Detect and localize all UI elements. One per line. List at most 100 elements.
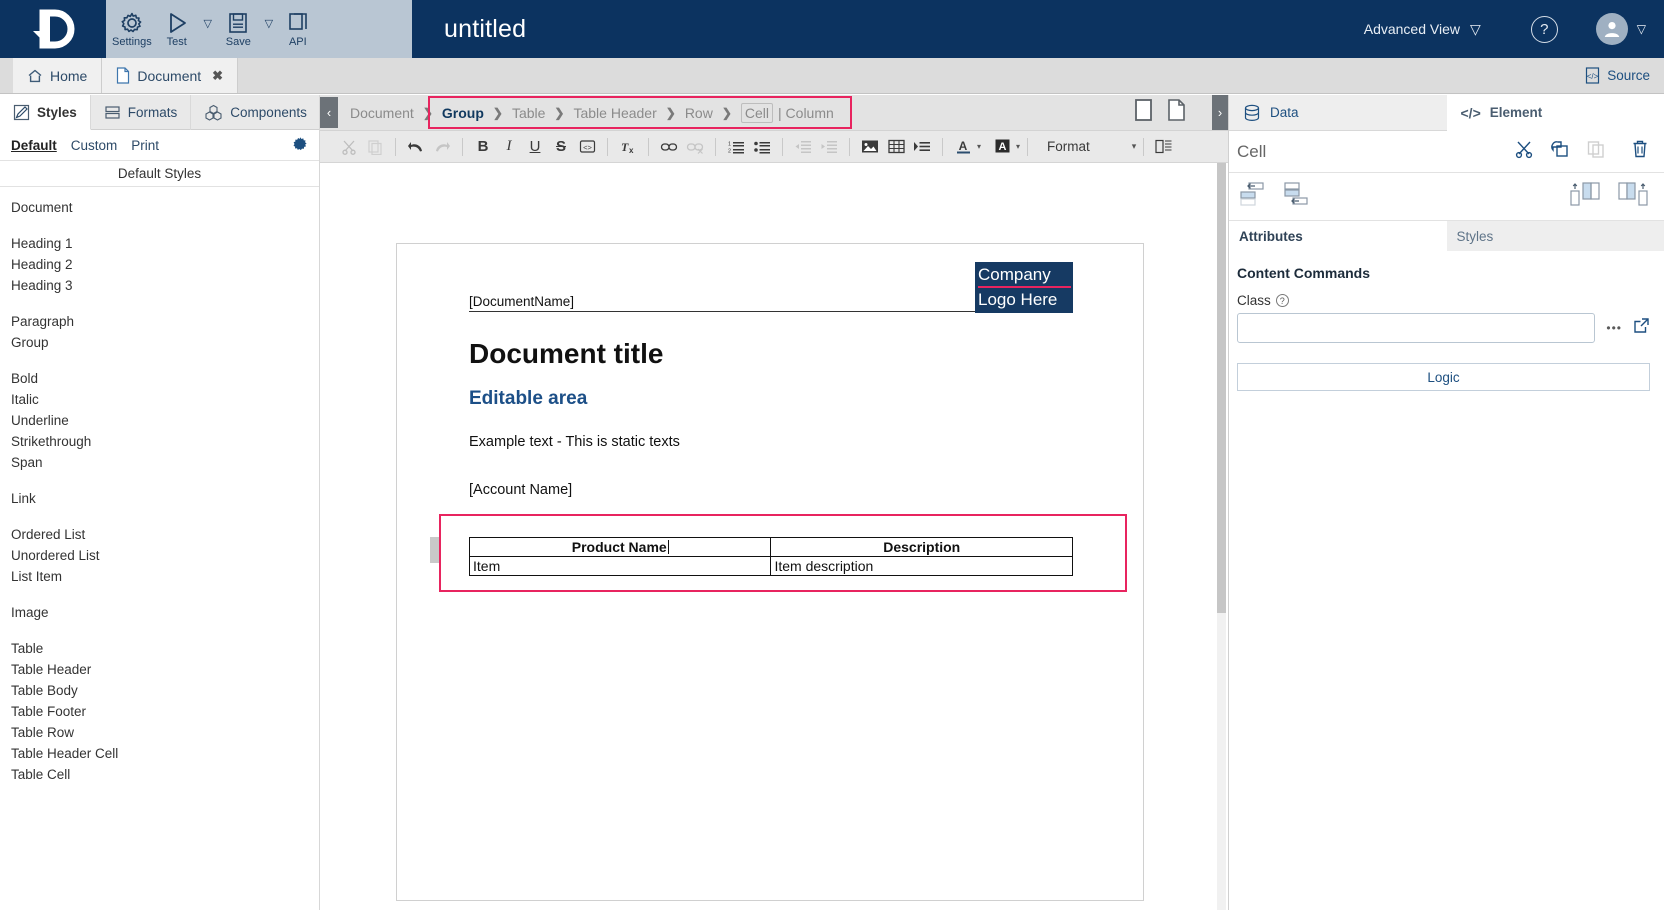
breadcrumb-item-group[interactable]: Group: [442, 105, 484, 121]
unordered-list-icon[interactable]: [749, 134, 775, 160]
collapse-left-panel-button[interactable]: ‹: [320, 97, 338, 128]
style-item-bold[interactable]: Bold: [11, 368, 319, 389]
code-block-icon[interactable]: <>: [574, 134, 600, 160]
table-row[interactable]: Item Item description: [470, 557, 1073, 576]
paste-icon[interactable]: [1586, 139, 1606, 164]
api-button[interactable]: API: [281, 0, 315, 58]
canvas-scrollbar[interactable]: [1217, 163, 1226, 910]
style-item-italic[interactable]: Italic: [11, 389, 319, 410]
style-item-strikethrough[interactable]: Strikethrough: [11, 431, 319, 452]
logic-button[interactable]: Logic: [1237, 363, 1650, 391]
style-item-list-item[interactable]: List Item: [11, 566, 319, 587]
style-item-table-body[interactable]: Table Body: [11, 680, 319, 701]
delete-icon[interactable]: [1630, 139, 1650, 164]
breadcrumb-trailing-column[interactable]: | Column: [773, 105, 834, 121]
sidebar-tab-components[interactable]: Components: [191, 95, 321, 130]
table-header-cell-description[interactable]: Description: [771, 538, 1073, 557]
format-chevron-down-icon[interactable]: ▾: [1132, 141, 1137, 152]
ordered-list-icon[interactable]: 1 2: [723, 134, 749, 160]
merge-cell-right-icon[interactable]: [1281, 180, 1311, 213]
expand-right-panel-button[interactable]: ›: [1212, 95, 1228, 130]
background-color-chevron-down-icon[interactable]: ▾: [1016, 142, 1020, 151]
insert-column-left-icon[interactable]: [1568, 180, 1602, 213]
table-cell-item-description[interactable]: Item description: [771, 557, 1073, 576]
insert-column-right-icon[interactable]: [1616, 180, 1650, 213]
advanced-view-selector[interactable]: Advanced View ▽: [1364, 21, 1481, 38]
background-color-icon[interactable]: A: [989, 134, 1015, 160]
insert-table-icon[interactable]: [883, 134, 909, 160]
canvas-scrollbar-thumb[interactable]: [1217, 163, 1226, 613]
redo-icon[interactable]: [429, 134, 455, 160]
external-link-icon[interactable]: [1633, 317, 1650, 339]
insert-image-icon[interactable]: [857, 134, 883, 160]
app-logo[interactable]: [0, 0, 106, 58]
style-item-table[interactable]: Table: [11, 638, 319, 659]
style-item-underline[interactable]: Underline: [11, 410, 319, 431]
style-item-table-header[interactable]: Table Header: [11, 659, 319, 680]
style-item-ordered-list[interactable]: Ordered List: [11, 524, 319, 545]
strikethrough-icon[interactable]: S: [548, 134, 574, 160]
class-input[interactable]: [1237, 313, 1595, 343]
avatar[interactable]: [1596, 13, 1628, 45]
underline-icon[interactable]: U: [522, 134, 548, 160]
page-break-icon[interactable]: [1151, 134, 1177, 160]
style-item-table-row[interactable]: Table Row: [11, 722, 319, 743]
style-item-heading-2[interactable]: Heading 2: [11, 254, 319, 275]
document-paragraph[interactable]: Example text - This is static texts: [469, 434, 680, 450]
save-button[interactable]: Save: [220, 0, 257, 58]
copy-icon[interactable]: [1550, 139, 1570, 164]
style-item-table-footer[interactable]: Table Footer: [11, 701, 319, 722]
table-cell-item[interactable]: Item: [470, 557, 771, 576]
class-more-options-icon[interactable]: •••: [1606, 321, 1622, 335]
style-item-document[interactable]: Document: [11, 197, 319, 218]
breadcrumb-item-document[interactable]: Document: [350, 105, 414, 121]
style-item-span[interactable]: Span: [11, 452, 319, 473]
breadcrumb-item-cell[interactable]: Cell: [741, 103, 773, 123]
undo-icon[interactable]: [403, 134, 429, 160]
insert-field-icon[interactable]: [909, 134, 935, 160]
style-item-group[interactable]: Group: [11, 332, 319, 353]
tab-home[interactable]: Home: [13, 58, 102, 93]
table-header-row[interactable]: Product Name Description: [470, 538, 1073, 557]
table-header-cell-product-name[interactable]: Product Name: [470, 538, 771, 557]
close-icon[interactable]: ✖: [212, 68, 223, 84]
breadcrumb-item-row[interactable]: Row: [685, 105, 713, 121]
style-filter-custom[interactable]: Custom: [71, 138, 118, 153]
document-heading-1[interactable]: Document title: [469, 338, 663, 370]
breadcrumb-item-table[interactable]: Table: [512, 105, 545, 121]
style-item-table-cell[interactable]: Table Cell: [11, 764, 319, 785]
outdent-icon[interactable]: [790, 134, 816, 160]
test-dropdown-caret[interactable]: ▽: [196, 0, 220, 58]
style-item-image[interactable]: Image: [11, 602, 319, 623]
format-dropdown-label[interactable]: Format: [1047, 139, 1090, 154]
copy-icon[interactable]: [362, 134, 388, 160]
settings-button[interactable]: Settings: [106, 0, 158, 58]
cut-icon[interactable]: [336, 134, 362, 160]
help-icon[interactable]: ?: [1531, 16, 1558, 43]
style-filter-default[interactable]: Default: [11, 138, 57, 153]
document-canvas[interactable]: [DocumentName] Company Logo Here Documen…: [320, 163, 1228, 910]
tab-document[interactable]: Document ✖: [102, 58, 238, 93]
style-item-heading-1[interactable]: Heading 1: [11, 233, 319, 254]
test-button[interactable]: Test: [158, 0, 196, 58]
right-panel-tab-data[interactable]: Data: [1229, 95, 1447, 131]
merge-cell-left-icon[interactable]: [1237, 180, 1267, 213]
text-color-icon[interactable]: A: [950, 134, 976, 160]
subtab-styles[interactable]: Styles: [1447, 221, 1664, 251]
subtab-attributes[interactable]: Attributes: [1229, 221, 1447, 251]
account-chevron-down-icon[interactable]: ▽: [1637, 22, 1646, 36]
sidebar-tab-styles[interactable]: Styles: [0, 95, 91, 130]
single-page-icon[interactable]: [1134, 98, 1153, 127]
indent-icon[interactable]: [816, 134, 842, 160]
style-item-paragraph[interactable]: Paragraph: [11, 311, 319, 332]
cut-icon[interactable]: [1514, 139, 1534, 164]
italic-icon[interactable]: I: [496, 134, 522, 160]
remove-format-icon[interactable]: T x: [615, 134, 641, 160]
breadcrumb-item-table-header[interactable]: Table Header: [573, 105, 656, 121]
style-item-link[interactable]: Link: [11, 488, 319, 509]
right-panel-tab-element[interactable]: </> Element: [1447, 95, 1664, 131]
text-color-chevron-down-icon[interactable]: ▾: [977, 142, 981, 151]
document-page-icon[interactable]: [1167, 98, 1186, 127]
style-item-heading-3[interactable]: Heading 3: [11, 275, 319, 296]
company-logo-block[interactable]: Company Logo Here: [975, 262, 1073, 313]
